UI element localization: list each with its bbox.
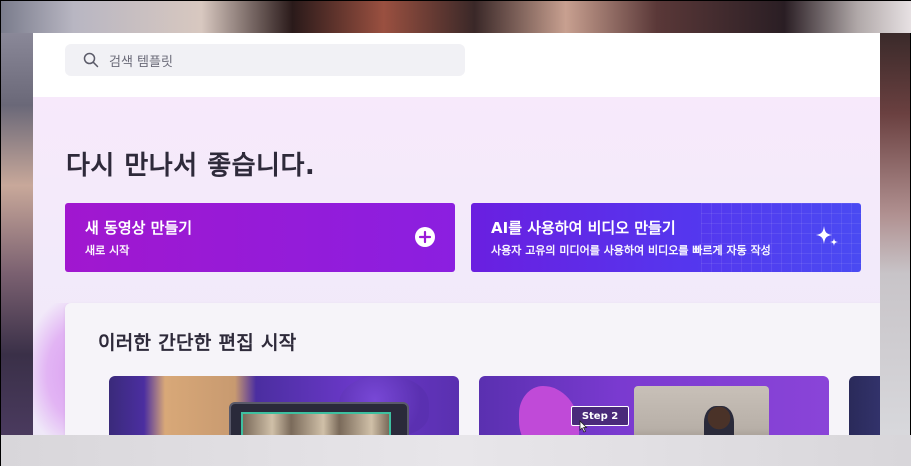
template-thumbnail[interactable] [109, 376, 459, 435]
new-video-title: 새 동영상 만들기 [85, 219, 193, 237]
desktop-background-left [1, 33, 33, 435]
cursor-icon [579, 420, 588, 433]
ai-video-button[interactable]: AI를 사용하여 비디오 만들기 사용자 고유의 미디어를 사용하여 비디오를 … [471, 203, 861, 272]
page-title: 다시 만나서 좋습니다. [66, 151, 316, 181]
search-placeholder: 검색 템플릿 [109, 54, 173, 70]
thumbnail-decoration [519, 386, 579, 435]
new-video-button[interactable]: 새 동영상 만들기 새로 시작 [65, 203, 455, 272]
ai-video-subtitle: 사용자 고유의 미디어를 사용하여 비디오를 빠르게 자동 작성 [491, 244, 771, 257]
template-thumbnail[interactable]: Step 2 [479, 376, 829, 435]
app-window: 검색 템플릿 다시 만나서 좋습니다. 새 동영상 만들기 새로 시작 AI를 … [33, 33, 880, 435]
top-bar: 검색 템플릿 [33, 33, 880, 97]
desktop-background-top [1, 1, 911, 33]
plus-circle-icon [415, 227, 435, 247]
template-thumbnail[interactable] [849, 376, 880, 435]
ai-video-title: AI를 사용하여 비디오 만들기 [491, 219, 676, 237]
thumbnail-person [704, 406, 734, 435]
templates-panel: 이러한 간단한 편집 시작 Step 2 [65, 303, 880, 435]
desktop-background-bottom [1, 435, 911, 466]
desktop-background-right [878, 33, 910, 435]
search-input[interactable]: 검색 템플릿 [65, 44, 465, 76]
search-icon [83, 52, 99, 68]
new-video-subtitle: 새로 시작 [85, 244, 130, 257]
templates-title: 이러한 간단한 편집 시작 [98, 332, 297, 354]
sparkle-icon [816, 226, 838, 246]
thumbnail-photo [634, 386, 769, 435]
thumbnail-filmstrip [241, 412, 391, 435]
